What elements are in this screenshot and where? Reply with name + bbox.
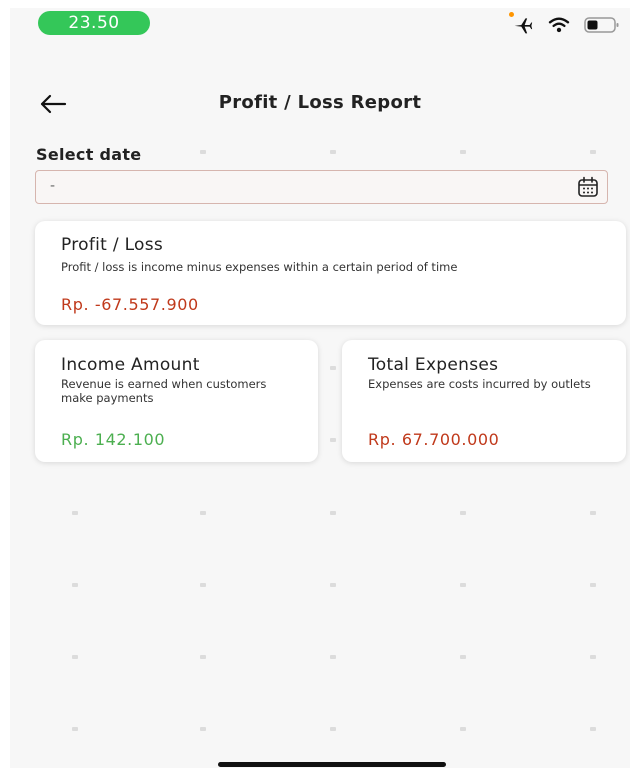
income-amount-value: Rp. 142.100 [61,430,166,449]
select-date-label: Select date [36,145,142,164]
page-title: Profit / Loss Report [218,92,422,113]
battery-icon [584,17,619,33]
airplane-icon [514,18,533,34]
total-expenses-description: Expenses are costs incurred by outlets [368,377,591,391]
profit-loss-title: Profit / Loss [61,235,164,255]
date-picker-field[interactable]: - [35,170,608,204]
profit-loss-card: Profit / Loss Profit / loss is income mi… [35,221,626,325]
home-indicator[interactable] [218,762,446,767]
app-screen: 23.50 Profit / Loss Report Select date - [10,8,630,768]
total-expenses-card: Total Expenses Expenses are costs incurr… [342,340,626,462]
total-expenses-value: Rp. 67.700.000 [368,430,500,449]
income-amount-description: Revenue is earned when customers make pa… [61,377,267,405]
status-icons [512,14,620,36]
wifi-icon [548,17,570,33]
status-time: 23.50 [38,11,150,35]
calendar-icon [578,176,598,197]
profit-loss-value: Rp. -67.557.900 [61,295,199,314]
income-amount-title: Income Amount [61,355,200,375]
total-expenses-title: Total Expenses [368,355,499,375]
profit-loss-description: Profit / loss is income minus expenses w… [61,260,458,274]
date-value: - [50,178,56,194]
calendar-button[interactable] [577,176,599,198]
income-amount-card: Income Amount Revenue is earned when cus… [35,340,318,462]
